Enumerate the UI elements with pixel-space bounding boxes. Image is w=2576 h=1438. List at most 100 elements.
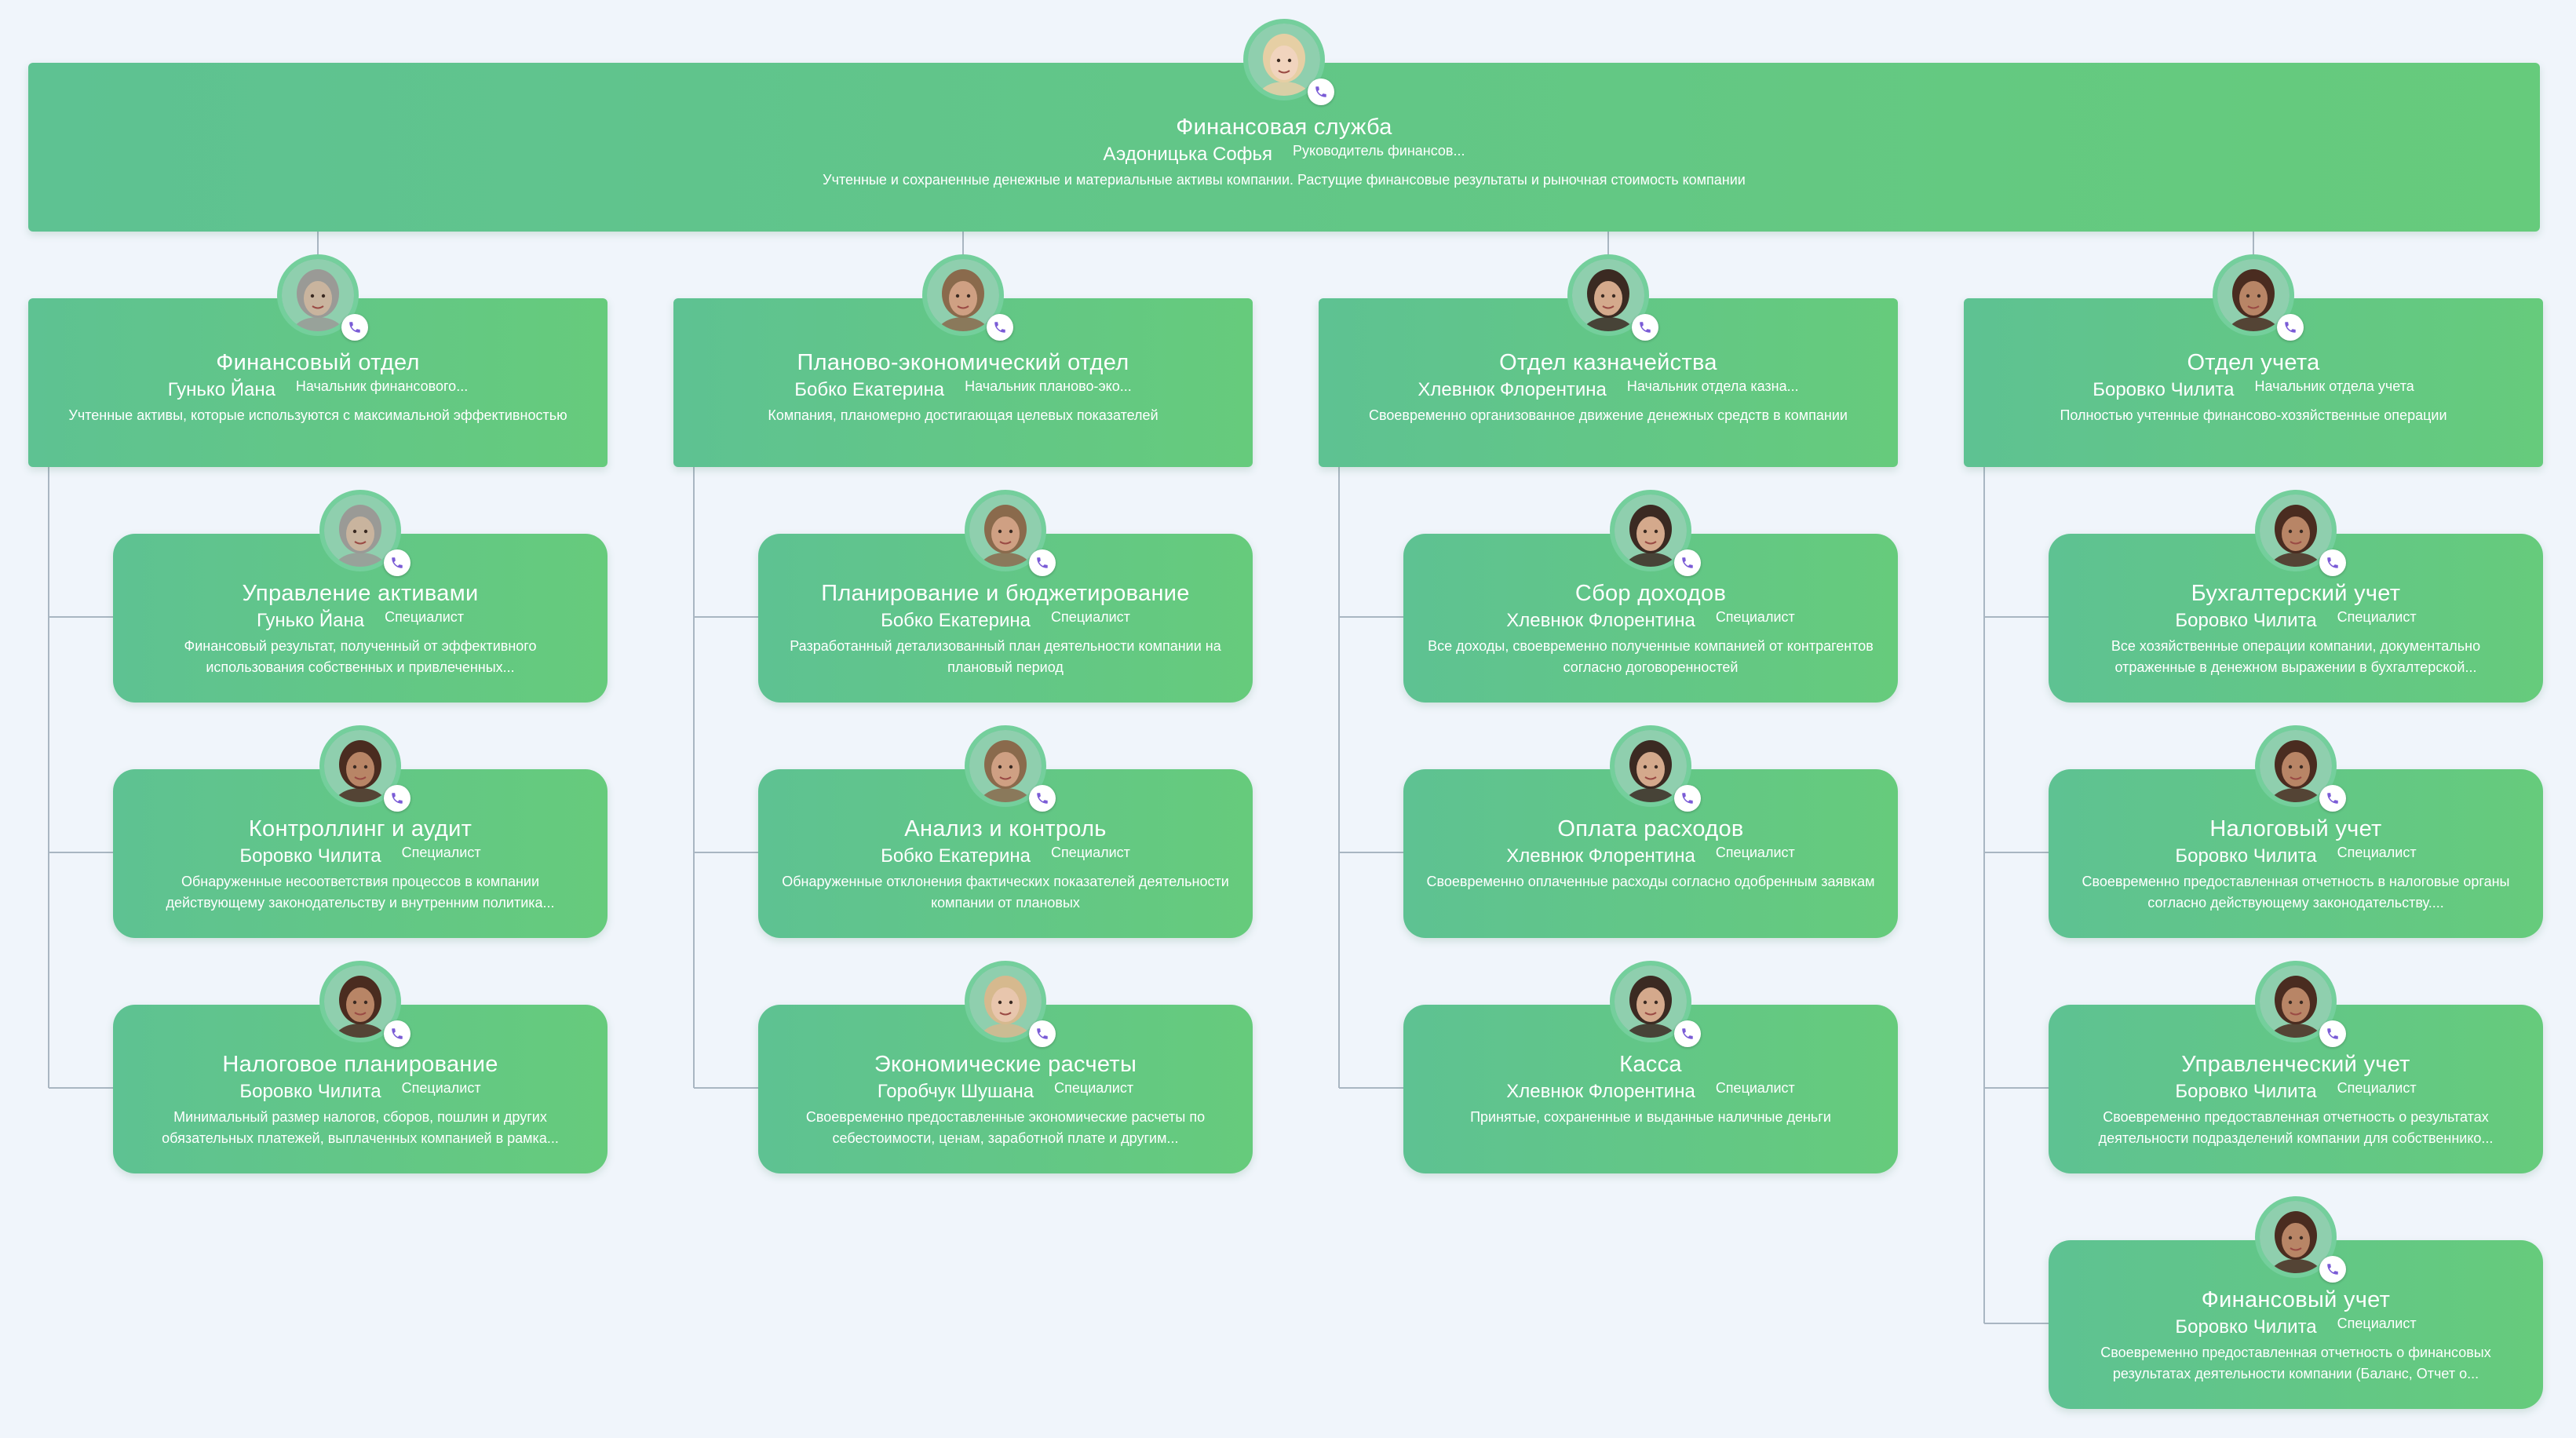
card-title: Анализ и контроль — [904, 816, 1107, 841]
card-title: Отдел казначейства — [1499, 350, 1717, 375]
person-name: Бобко Екатерина — [881, 845, 1031, 867]
team-card-team-0-1[interactable]: Контроллинг и аудит Боровко Чилита Специал… — [113, 725, 608, 938]
card-description: Все доходы, своевременно полученные комп… — [1428, 638, 1874, 675]
root-card-root[interactable]: Финансовая служба Аэдоницька Софья Руковод… — [28, 19, 2540, 232]
person-row: Боровко Чилита Специалист — [2049, 845, 2543, 868]
team-card-team-3-2[interactable]: Управленческий учет Боровко Чилита Специал… — [2049, 961, 2543, 1173]
card-description: Обнаруженные несоответствия процессов в … — [166, 874, 555, 911]
phone-icon[interactable] — [1029, 1020, 1056, 1047]
card-title: Касса — [1619, 1052, 1682, 1077]
card-description: Своевременно предоставленная отчетность … — [2082, 874, 2510, 911]
phone-icon[interactable] — [1632, 314, 1658, 341]
person-name: Боровко Чилита — [239, 845, 381, 867]
card-title: Налоговый учет — [2209, 816, 2382, 841]
person-role: Специалист — [1715, 1080, 1795, 1096]
team-card-team-1-2[interactable]: Экономические расчеты Горобчук Шушана Спец… — [758, 961, 1253, 1173]
phone-icon[interactable] — [2277, 314, 2304, 341]
person-name: Боровко Чилита — [2175, 610, 2317, 631]
person-row: Хлевнюк Флорентина Специалист — [1403, 845, 1898, 868]
phone-icon[interactable] — [1674, 1020, 1701, 1047]
dept-card-dept-0[interactable]: Финансовый отдел Гунько Йана Начальник фин… — [28, 254, 608, 467]
card-description: Своевременно оплаченные расходы согласно… — [1426, 874, 1875, 889]
card-description: Своевременно организованное движение ден… — [1369, 407, 1848, 423]
person-name: Бобко Екатерина — [881, 610, 1031, 631]
card-description: Своевременно предоставленные экономическ… — [805, 1109, 1206, 1146]
person-role: Специалист — [401, 845, 481, 860]
person-row: Боровко Чилита Специалист — [2049, 1316, 2543, 1339]
phone-icon[interactable] — [1308, 78, 1334, 105]
phone-icon[interactable] — [2319, 785, 2346, 812]
phone-icon[interactable] — [2319, 549, 2346, 576]
card-title: Планово-экономический отдел — [797, 350, 1129, 375]
person-name: Хлевнюк Флорентина — [1506, 610, 1695, 631]
team-card-team-2-1[interactable]: Оплата расходов Хлевнюк Флорентина Специал… — [1403, 725, 1898, 938]
phone-icon[interactable] — [987, 314, 1013, 341]
person-name: Аэдоницька Софья — [1103, 144, 1272, 165]
person-role: Начальник отдела учета — [2254, 378, 2414, 394]
team-card-team-0-2[interactable]: Налоговое планирование Боровко Чилита Спец… — [113, 961, 608, 1173]
team-card-team-1-0[interactable]: Планирование и бюджетирование Бобко Екате… — [758, 490, 1253, 703]
phone-icon[interactable] — [2319, 1020, 2346, 1047]
card-title: Экономические расчеты — [874, 1052, 1137, 1077]
phone-icon[interactable] — [1674, 785, 1701, 812]
phone-icon[interactable] — [1029, 549, 1056, 576]
person-row: Хлевнюк Флорентина Специалист — [1403, 1080, 1898, 1104]
person-name: Хлевнюк Флорентина — [1506, 1081, 1695, 1102]
card-title: Сбор доходов — [1574, 581, 1727, 606]
card-title: Налоговое планирование — [222, 1052, 498, 1077]
dept-card-dept-3[interactable]: Отдел учета Боровко Чилита Начальник отдел… — [1964, 254, 2543, 467]
phone-icon[interactable] — [384, 785, 410, 812]
card-title: Финансовый учет — [2201, 1287, 2391, 1312]
person-row: Бобко Екатерина Специалист — [758, 609, 1253, 633]
person-name: Боровко Чилита — [2175, 1316, 2317, 1338]
phone-icon[interactable] — [1029, 785, 1056, 812]
person-row: Бобко Екатерина Начальник планово-эко... — [673, 378, 1253, 402]
dept-card-dept-2[interactable]: Отдел казначейства Хлевнюк Флорентина Нача… — [1319, 254, 1898, 467]
card-title: Оплата расходов — [1557, 816, 1744, 841]
person-row: Хлевнюк Флорентина Начальник отдела казна… — [1319, 378, 1898, 402]
team-card-team-3-1[interactable]: Налоговый учет Боровко Чилита Специалист Св… — [2049, 725, 2543, 938]
person-row: Гунько Йана Специалист — [113, 609, 608, 633]
person-row: Гунько Йана Начальник финансового... — [28, 378, 608, 402]
person-role: Руководитель финансов... — [1292, 143, 1465, 159]
person-row: Боровко Чилита Специалист — [113, 1080, 608, 1104]
person-row: Горобчук Шушана Специалист — [758, 1080, 1253, 1104]
team-card-team-3-3[interactable]: Финансовый учет Боровко Чилита Специалист С… — [2049, 1196, 2543, 1409]
person-role: Специалист — [2337, 1080, 2417, 1096]
person-row: Боровко Чилита Начальник отдела учета — [1964, 378, 2543, 402]
card-description: Своевременно предоставленная отчетность … — [2098, 1109, 2494, 1146]
person-role: Специалист — [2337, 845, 2417, 860]
person-row: Аэдоницька Софья Руководитель финансов... — [28, 143, 2540, 166]
person-role: Специалист — [385, 609, 465, 625]
phone-icon[interactable] — [341, 314, 368, 341]
team-card-team-0-0[interactable]: Управление активами Гунько Йана Специалист… — [113, 490, 608, 703]
team-card-team-1-1[interactable]: Анализ и контроль Бобко Екатерина Специали… — [758, 725, 1253, 938]
person-role: Специалист — [1050, 845, 1130, 860]
person-role: Специалист — [2337, 1316, 2417, 1331]
card-title: Финансовая служба — [1176, 115, 1392, 140]
person-row: Бобко Екатерина Специалист — [758, 845, 1253, 868]
card-description: Обнаруженные отклонения фактических пока… — [782, 874, 1229, 911]
person-name: Боровко Чилита — [2175, 1081, 2317, 1102]
card-description: Учтенные активы, которые используются с … — [68, 407, 567, 423]
card-title: Контроллинг и аудит — [248, 816, 473, 841]
card-description: Своевременно предоставленная отчетность … — [2100, 1345, 2491, 1381]
team-card-team-2-0[interactable]: Сбор доходов Хлевнюк Флорентина Специалист… — [1403, 490, 1898, 703]
card-title: Управленческий учет — [2181, 1052, 2410, 1077]
phone-icon[interactable] — [1674, 549, 1701, 576]
card-description: Финансовый результат, полученный от эффе… — [184, 638, 537, 675]
card-description: Компания, планомерно достигающая целевых… — [768, 407, 1158, 423]
person-name: Горобчук Шушана — [877, 1081, 1034, 1102]
person-name: Хлевнюк Флорентина — [1506, 845, 1695, 867]
card-title: Финансовый отдел — [216, 350, 420, 375]
person-name: Хлевнюк Флорентина — [1418, 379, 1607, 400]
team-card-team-2-2[interactable]: Касса Хлевнюк Флорентина Специалист Приняты… — [1403, 961, 1898, 1173]
phone-icon[interactable] — [2319, 1256, 2346, 1283]
card-description: Учтенные и сохраненные денежные и матери… — [823, 172, 1746, 188]
phone-icon[interactable] — [384, 549, 410, 576]
team-card-team-3-0[interactable]: Бухгалтерский учет Боровко Чилита Специали… — [2049, 490, 2543, 703]
phone-icon[interactable] — [384, 1020, 410, 1047]
dept-card-dept-1[interactable]: Планово-экономический отдел Бобко Екатери… — [673, 254, 1253, 467]
person-role: Специалист — [1050, 609, 1130, 625]
person-role: Специалист — [1715, 845, 1795, 860]
